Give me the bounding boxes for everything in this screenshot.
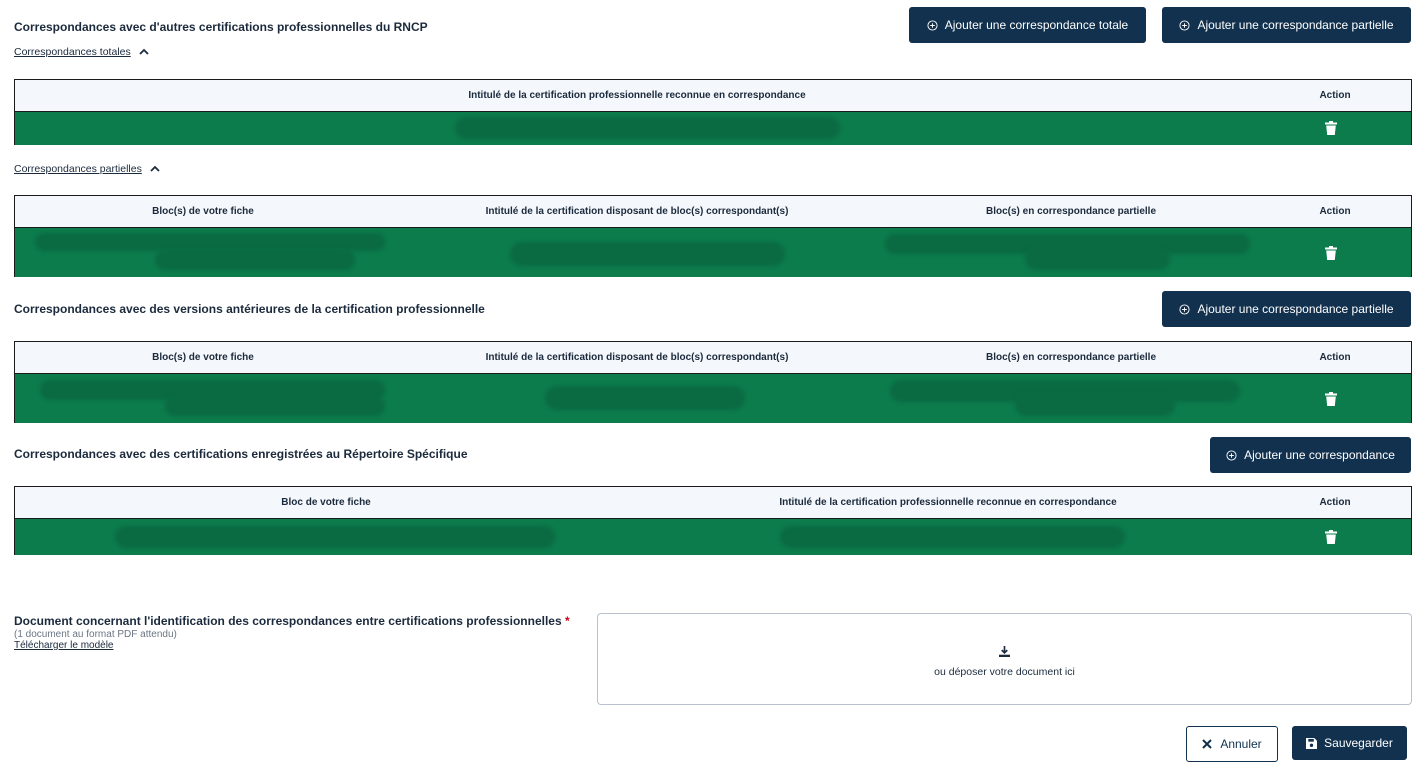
header-intitule: Intitulé de la certification professionn… — [468, 90, 806, 101]
document-label: Document concernant l'identification des… — [14, 614, 562, 628]
trash-icon[interactable] — [1325, 121, 1337, 135]
download-template-link[interactable]: Télécharger le modèle — [14, 640, 584, 651]
header-action: Action — [1319, 206, 1351, 217]
close-icon — [1202, 739, 1213, 749]
redacted-text — [1025, 248, 1170, 270]
add-partial-correspondence-anterieure-label: Ajouter une correspondance partielle — [1197, 302, 1394, 316]
add-total-correspondence-label: Ajouter une correspondance totale — [944, 18, 1129, 32]
rs-table: Bloc de votre fiche Intitulé de la certi… — [14, 486, 1412, 555]
table-row — [15, 112, 1411, 145]
header-action: Action — [1319, 352, 1351, 363]
rs-table-header: Bloc de votre fiche Intitulé de la certi… — [15, 487, 1411, 519]
plus-circle-icon — [927, 19, 938, 31]
floppy-disk-icon — [1306, 737, 1318, 749]
header-blocs: Bloc(s) de votre fiche — [152, 352, 254, 363]
redacted-text — [155, 250, 355, 270]
redacted-text — [510, 242, 785, 266]
document-hint: (1 document au format PDF attendu) — [14, 629, 177, 640]
toggle-correspondances-totales-label: Correspondances totales — [14, 46, 131, 58]
anterieures-table: Bloc(s) de votre fiche Intitulé de la ce… — [14, 341, 1412, 423]
download-icon — [999, 646, 1010, 657]
header-action: Action — [1319, 90, 1351, 101]
add-partial-correspondence-anterieure-button[interactable]: Ajouter une correspondance partielle — [1162, 291, 1411, 327]
trash-icon[interactable] — [1325, 392, 1337, 406]
header-intitule: Intitulé de la certification disposant d… — [485, 206, 789, 217]
rs-section-title: Correspondances avec des certifications … — [14, 447, 468, 461]
toggle-correspondances-partielles[interactable]: Correspondances partielles — [14, 163, 160, 175]
header-intitule: Intitulé de la certification professionn… — [779, 497, 1117, 508]
save-button[interactable]: Sauvegarder — [1292, 726, 1407, 760]
plus-circle-icon — [1179, 19, 1190, 31]
redacted-text — [35, 233, 385, 251]
plus-circle-icon — [1179, 303, 1190, 315]
table-row — [15, 374, 1411, 423]
redacted-text — [1015, 394, 1175, 416]
required-mark: * — [565, 614, 570, 628]
header-intitule: Intitulé de la certification disposant d… — [485, 352, 789, 363]
rncp-section-title: Correspondances avec d'autres certificat… — [14, 20, 428, 34]
add-correspondence-rs-label: Ajouter une correspondance — [1244, 448, 1395, 462]
document-label-row: Document concernant l'identification des… — [14, 614, 584, 628]
cancel-label: Annuler — [1220, 737, 1262, 751]
cancel-button[interactable]: Annuler — [1186, 726, 1278, 762]
trash-icon[interactable] — [1325, 246, 1337, 260]
toggle-correspondances-partielles-label: Correspondances partielles — [14, 163, 142, 175]
add-partial-correspondence-label: Ajouter une correspondance partielle — [1197, 18, 1394, 32]
totales-table: Intitulé de la certification professionn… — [14, 79, 1412, 145]
add-partial-correspondence-button[interactable]: Ajouter une correspondance partielle — [1162, 7, 1411, 43]
chevron-up-icon — [150, 165, 160, 172]
document-field: Document concernant l'identification des… — [14, 614, 584, 651]
table-row — [15, 519, 1411, 555]
redacted-text — [545, 386, 745, 410]
header-blocs-partielle: Bloc(s) en correspondance partielle — [985, 352, 1157, 363]
table-row — [15, 228, 1411, 277]
header-action: Action — [1319, 497, 1351, 508]
toggle-correspondances-totales[interactable]: Correspondances totales — [14, 46, 149, 58]
plus-circle-icon — [1226, 449, 1237, 461]
redacted-text — [455, 117, 840, 139]
redacted-text — [780, 526, 1125, 548]
add-total-correspondence-button[interactable]: Ajouter une correspondance totale — [909, 7, 1146, 43]
trash-icon[interactable] — [1325, 530, 1337, 544]
dropzone-text: ou déposer votre document ici — [934, 666, 1075, 678]
add-correspondence-rs-button[interactable]: Ajouter une correspondance — [1210, 437, 1411, 473]
anterieures-table-header: Bloc(s) de votre fiche Intitulé de la ce… — [15, 342, 1411, 374]
redacted-text — [115, 526, 555, 548]
partielles-table: Bloc(s) de votre fiche Intitulé de la ce… — [14, 195, 1412, 277]
partielles-table-header: Bloc(s) de votre fiche Intitulé de la ce… — [15, 196, 1411, 228]
header-blocs: Bloc(s) de votre fiche — [152, 206, 254, 217]
header-bloc: Bloc de votre fiche — [281, 497, 371, 508]
save-label: Sauvegarder — [1324, 736, 1393, 750]
chevron-up-icon — [139, 48, 149, 55]
header-blocs-partielle: Bloc(s) en correspondance partielle — [985, 206, 1157, 217]
document-dropzone[interactable]: ou déposer votre document ici — [597, 613, 1412, 705]
redacted-text — [165, 396, 385, 416]
anterieures-section-title: Correspondances avec des versions antéri… — [14, 302, 485, 316]
totales-table-header: Intitulé de la certification professionn… — [15, 80, 1411, 112]
